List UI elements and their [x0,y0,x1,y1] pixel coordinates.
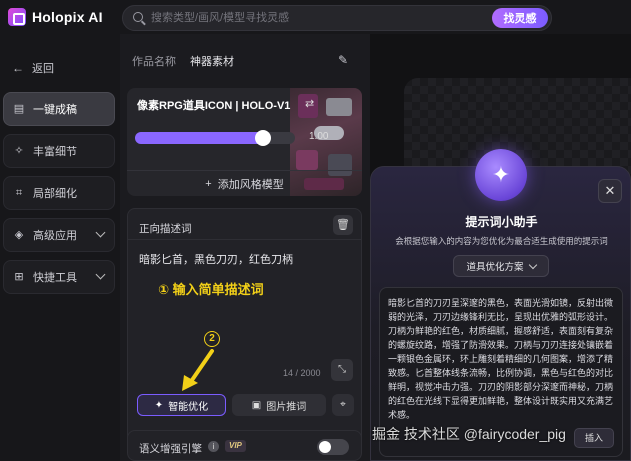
back-label: 返回 [32,63,54,75]
sidebar-item-enrich-detail[interactable]: ✧ 丰富细节 [3,134,115,168]
prompt-header: 正向描述词 [139,223,192,235]
chevron-down-icon [528,260,537,269]
vip-badge: VIP [225,440,246,452]
info-icon[interactable]: i [208,441,219,452]
close-icon[interactable]: ✕ [598,179,622,203]
positive-prompt-card: 正向描述词 🗑 暗影匕首，黑色刀刃，红色刀柄 ① 输入简单描述词 2 14 / … [127,208,362,452]
find-inspiration-button[interactable]: 找灵感 [492,8,548,28]
smart-optimize-button[interactable]: ✦ 智能优化 [137,394,226,416]
annotation-step-2: 2 [204,331,220,347]
smart-optimize-label: 智能优化 [168,401,209,413]
brush-icon: ⌗ [15,187,23,199]
chevron-down-icon [95,269,106,280]
scan-icon[interactable]: ⌖ [332,394,354,416]
search-bar: 找灵感 [122,5,552,31]
sidebar-item-advanced[interactable]: ◈ 高级应用 [3,218,115,252]
sidebar-item-label: 快捷工具 [33,272,77,284]
slider-handle[interactable] [255,130,271,146]
settings-panel: 作品名称 神器素材 ✎ 像素RPG道具ICON | HOLO-V1 ⇄ 1.00… [120,34,370,461]
tools-icon: ⊞ [14,271,24,283]
annotation-step-1: ① 输入简单描述词 [158,282,264,297]
collapse-icon[interactable]: ⤡ [331,359,353,381]
back-button[interactable]: ← 返回 [12,60,54,76]
magic-icon: ✧ [14,145,24,157]
logo-icon [8,8,26,26]
sidebar: ← 返回 ▤ 一键成稿 ✧ 丰富细节 ⌗ 局部细化 ◈ 高级应用 ⊞ 快捷工具 [0,34,120,461]
sparkle-icon: ✦ [475,149,527,201]
scheme-label: 道具优化方案 [466,262,524,273]
search-icon [133,12,143,22]
assistant-subtitle: 会根据您输入的内容为您优化为最合适生成使用的提示词 [395,236,608,246]
arrow-left-icon: ← [12,61,24,75]
search-input[interactable] [151,9,471,27]
work-name-label: 作品名称 [132,56,176,68]
semantic-engine-toggle[interactable] [317,439,349,455]
divider [128,239,361,240]
sidebar-item-label: 丰富细节 [33,146,77,158]
sparkle-icon: ✦ [154,399,164,411]
work-name-value: 神器素材 [190,56,234,68]
model-title: 像素RPG道具ICON | HOLO-V1 [137,100,291,112]
image-prompt-button[interactable]: ▣ 图片推词 [232,394,326,416]
trash-icon[interactable]: 🗑 [333,215,353,235]
chevron-down-icon [95,227,106,238]
style-model-card: 像素RPG道具ICON | HOLO-V1 ⇄ 1.00 + 添加风格模型 [127,88,362,196]
optimization-scheme-select[interactable]: 道具优化方案 [453,255,549,277]
sidebar-item-one-click[interactable]: ▤ 一键成稿 [3,92,115,126]
edit-icon[interactable]: ✎ [338,53,348,67]
semantic-engine-label: 语义增强引擎 [139,443,202,455]
optimized-prompt-text: 暗影匕首的刀刃呈深邃的黑色，表面光滑如镜，反射出微弱的光泽，刀刃边缘锋利无比，呈… [388,298,614,420]
grid-icon: ◈ [14,229,24,241]
layers-icon: ▤ [13,103,25,115]
image-icon: ▣ [251,399,262,411]
model-weight-slider[interactable] [135,130,295,146]
slider-fill [135,132,263,144]
image-prompt-label: 图片推词 [266,401,307,413]
insert-button[interactable]: 插入 [574,428,614,448]
top-bar: Holopix AI 找灵感 [0,0,631,34]
plus-icon: + [205,177,212,190]
sidebar-item-label: 高级应用 [33,230,77,242]
logo[interactable]: Holopix AI [8,8,103,26]
watermark: 掘金 技术社区 @fairycoder_pig [372,426,566,442]
prompt-textarea[interactable]: 暗影匕首，黑色刀刃，红色刀柄 [139,251,293,267]
add-style-label: 添加风格模型 [217,178,284,191]
sidebar-item-label: 局部细化 [33,188,77,200]
char-count: 14 / 2000 [283,368,321,378]
swap-icon[interactable]: ⇄ [305,97,314,110]
semantic-engine-card: 语义增强引擎 i VIP [127,430,362,461]
sidebar-item-label: 一键成稿 [33,104,77,116]
add-style-model-button[interactable]: + 添加风格模型 [127,170,362,196]
app-name: Holopix AI [32,9,103,25]
model-weight-value: 1.00 [309,131,329,142]
sidebar-item-quick-tools[interactable]: ⊞ 快捷工具 [3,260,115,294]
work-name-row: 作品名称 神器素材 [132,53,234,69]
annotation-arrow-icon [182,349,214,391]
sidebar-item-local-refine[interactable]: ⌗ 局部细化 [3,176,115,210]
assistant-title: 提示词小助手 [465,215,538,229]
prompt-assistant-modal: ✦ ✕ 提示词小助手 会根据您输入的内容为您优化为最合适生成使用的提示词 道具优… [370,149,631,461]
